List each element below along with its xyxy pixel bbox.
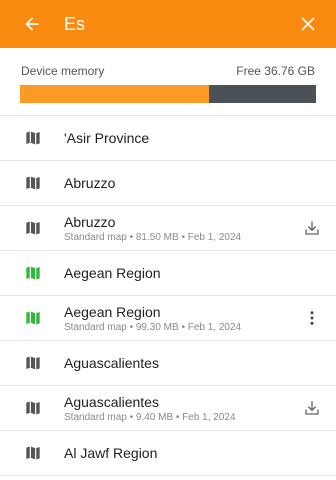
free-memory-value: Free 36.76 GB [236,64,315,78]
list-item[interactable]: Aegean Region [0,251,336,296]
list-item-text: Aguascalientes [64,355,288,371]
map-icon [0,265,64,281]
list-item-name: Al Jawf Region [64,445,158,461]
memory-bar [20,85,316,103]
back-button[interactable] [10,0,54,48]
list-item[interactable]: Aguascalientes [0,341,336,386]
arrow-left-icon [25,17,39,31]
list-item-detail: Standard map • 9.40 MB • Feb 1, 2024 [64,411,236,423]
list-item-text: Al Jawf Region [64,445,288,461]
memory-used-fill [20,85,210,103]
list-item-text: Aegean Region [64,265,288,281]
download-icon [305,401,319,415]
list-item-text: Abruzzo [64,175,288,191]
download-button[interactable] [288,399,336,417]
device-memory-panel: Device memory Free 36.76 GB [0,48,336,116]
map-icon [0,445,64,461]
map-icon [0,355,64,371]
app-bar: Es [0,0,336,48]
more-icon [310,311,314,325]
list-item[interactable]: Aguascalientes Standard map • 9.40 MB • F… [0,386,336,431]
map-icon [0,310,64,326]
list-item-name: Aguascalientes [64,355,159,371]
more-options-button[interactable] [288,309,336,327]
list-item[interactable]: Al Jawf Region [0,431,336,476]
list-item-text: 'Asir Province [64,130,288,146]
list-item-name: Aegean Region [64,265,161,281]
list-item-name: Aguascalientes [64,393,159,410]
download-button[interactable] [288,219,336,237]
list-item[interactable]: Aegean Region Standard map • 99.30 MB • F… [0,296,336,341]
map-icon [0,220,64,236]
list-item[interactable]: Abruzzo [0,161,336,206]
list-item-name: 'Asir Province [64,130,150,146]
list-item-name: Abruzzo [64,213,116,230]
list-item-detail: Standard map • 81.50 MB • Feb 1, 2024 [64,231,242,243]
list-item-text: Aegean Region Standard map • 99.30 MB • F… [64,304,288,333]
list-item-text: Aguascalientes Standard map • 9.40 MB • F… [64,394,288,423]
close-icon [301,17,315,31]
device-memory-label: Device memory [21,64,105,78]
list-item[interactable]: Abruzzo Standard map • 81.50 MB • Feb 1, … [0,206,336,251]
map-icon [0,130,64,146]
list-item-detail: Standard map • 99.30 MB • Feb 1, 2024 [64,321,242,333]
list-item[interactable]: 'Asir Province [0,116,336,161]
list-item-name: Aegean Region [64,303,161,320]
region-list: 'Asir Province Abruzzo Abruzzo Standard map… [0,116,336,476]
list-item-text: Abruzzo Standard map • 81.50 MB • Feb 1, … [64,214,288,243]
list-item-name: Abruzzo [64,175,116,191]
close-button[interactable] [286,0,330,48]
map-icon [0,175,64,191]
page-title: Es [64,13,86,34]
map-icon [0,400,64,416]
download-icon [305,221,319,235]
